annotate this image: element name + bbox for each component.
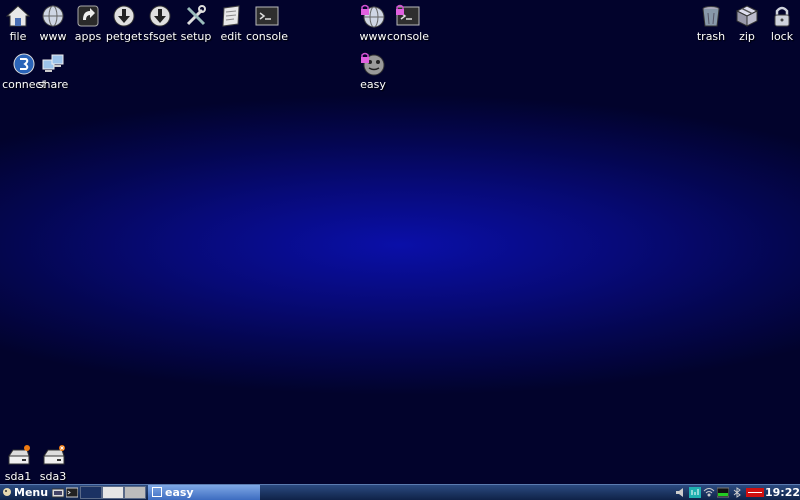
workspace-2[interactable] bbox=[102, 486, 124, 499]
padlock-badge-icon bbox=[361, 4, 369, 15]
terminal-launcher-icon[interactable] bbox=[66, 487, 78, 498]
workspace-1[interactable] bbox=[80, 486, 102, 499]
icon-label: lock bbox=[770, 30, 794, 43]
wireless-icon[interactable] bbox=[703, 487, 715, 498]
drive-icon bbox=[6, 444, 30, 468]
padlock-badge-icon bbox=[396, 4, 404, 15]
drive-icon-sda3[interactable]: sda3 bbox=[35, 440, 71, 484]
battery-icon[interactable] bbox=[746, 487, 764, 498]
trash-icon bbox=[699, 4, 723, 28]
cpu-meter-icon[interactable] bbox=[717, 487, 729, 498]
apps-icon bbox=[76, 4, 100, 28]
icon-label: console bbox=[245, 30, 289, 43]
home-icon bbox=[6, 4, 30, 28]
dog-menu-icon bbox=[3, 488, 11, 496]
connect-icon bbox=[12, 52, 36, 76]
volume-icon[interactable] bbox=[675, 487, 687, 498]
clock[interactable]: 19:22 bbox=[765, 485, 800, 500]
menu-button[interactable]: Menu bbox=[2, 485, 52, 500]
tools-icon bbox=[184, 4, 208, 28]
desktop-icon-share[interactable]: share bbox=[35, 48, 71, 96]
terminal-icon bbox=[255, 4, 279, 28]
network-icon[interactable] bbox=[689, 487, 701, 498]
window-icon bbox=[152, 487, 162, 497]
workspace-3[interactable] bbox=[124, 486, 146, 499]
desktop-icon-easy[interactable]: easy bbox=[355, 48, 391, 96]
menu-label: Menu bbox=[14, 486, 49, 499]
desktop-icon-console[interactable]: console bbox=[246, 0, 288, 48]
icon-label: sda3 bbox=[39, 470, 67, 483]
padlock-badge-icon bbox=[361, 52, 369, 63]
lock-icon bbox=[770, 4, 794, 28]
taskbar-window-easy[interactable]: easy bbox=[148, 485, 260, 500]
share-icon bbox=[41, 52, 65, 76]
drive-icon bbox=[41, 444, 65, 468]
globe-icon bbox=[41, 4, 65, 28]
download-icon bbox=[148, 4, 172, 28]
download-icon bbox=[112, 4, 136, 28]
desktop-icon-console-locked[interactable]: console bbox=[387, 0, 429, 48]
show-desktop-icon[interactable] bbox=[52, 487, 64, 498]
icon-label: easy bbox=[360, 78, 386, 91]
desktop-icon-lock[interactable]: lock bbox=[764, 0, 800, 48]
taskbar: Menu easy 19:22 bbox=[0, 484, 800, 500]
icon-label: share bbox=[37, 78, 69, 91]
desktop: file www apps petget sfsget setup edit c… bbox=[0, 0, 800, 484]
zip-icon bbox=[735, 4, 759, 28]
task-label: easy bbox=[165, 486, 194, 499]
icon-label: console bbox=[386, 30, 430, 43]
edit-icon bbox=[219, 4, 243, 28]
bluetooth-icon[interactable] bbox=[731, 487, 743, 498]
